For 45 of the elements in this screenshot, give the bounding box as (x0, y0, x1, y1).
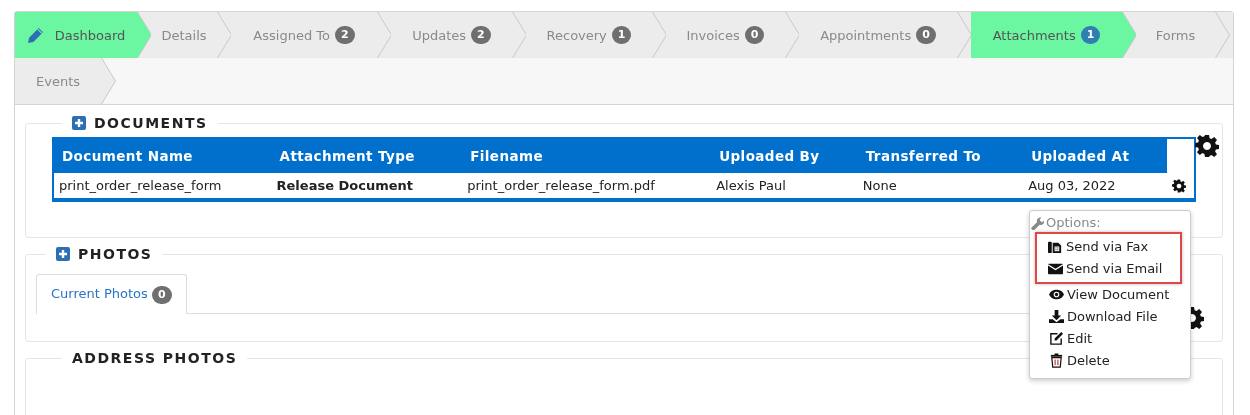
menu-item[interactable]: Send via Email (1037, 258, 1163, 280)
column-header: Filename (462, 138, 712, 173)
count-badge: 1 (611, 26, 632, 44)
download-icon (1049, 309, 1064, 324)
count-badge: 2 (335, 26, 355, 44)
menu-item[interactable]: Edit (1030, 328, 1093, 350)
count-badge: 0 (151, 286, 172, 304)
menu-item[interactable]: View Document (1030, 284, 1170, 306)
menu-header: Options: (1046, 215, 1101, 230)
menu-item[interactable]: Download File (1030, 306, 1158, 328)
column-header: Uploaded At (1023, 138, 1167, 173)
menu-item[interactable]: Delete (1030, 350, 1110, 372)
eye-icon (1049, 287, 1064, 302)
count-badge: 0 (744, 26, 765, 44)
column-header: Attachment Type (271, 138, 463, 173)
nav-tab[interactable]: Events (15, 58, 115, 104)
expand-icon[interactable] (72, 116, 86, 130)
section-title: PHOTOS (78, 246, 153, 262)
settings-icon[interactable] (1172, 178, 1186, 193)
expand-icon[interactable] (56, 247, 70, 261)
table-cell: Aug 03, 2022 (1023, 173, 1167, 200)
trash-icon (1049, 353, 1064, 368)
menu-item[interactable]: Send via Fax (1037, 236, 1149, 258)
count-badge: 2 (471, 26, 491, 44)
table-cell: Release Document (271, 173, 463, 200)
section-title: DOCUMENTS (94, 115, 208, 131)
column-header: Uploaded By (711, 138, 858, 173)
table-cell: Alexis Paul (711, 173, 858, 200)
photos-tab[interactable]: Current Photos 0 (36, 274, 187, 314)
column-header: Transferred To (857, 138, 1024, 173)
table-cell: print_order_release_form (53, 173, 272, 200)
section-title: ADDRESS PHOTOS (72, 350, 238, 366)
envelope-icon (1048, 261, 1063, 276)
pencil-icon (26, 26, 44, 44)
count-badge: 1 (1080, 26, 1101, 44)
count-badge: 0 (916, 26, 936, 44)
column-header: Document Name (53, 138, 272, 173)
nav-tab[interactable]: Dashboard (15, 12, 151, 58)
table-cell: print_order_release_form.pdf (462, 173, 712, 200)
settings-icon[interactable] (1195, 134, 1219, 158)
nav-tab[interactable]: Attachments 1 (971, 12, 1136, 58)
table-cell: None (857, 173, 1024, 200)
fax-icon (1048, 239, 1063, 254)
wrench-icon (1030, 215, 1044, 230)
edit-icon (1049, 331, 1064, 346)
